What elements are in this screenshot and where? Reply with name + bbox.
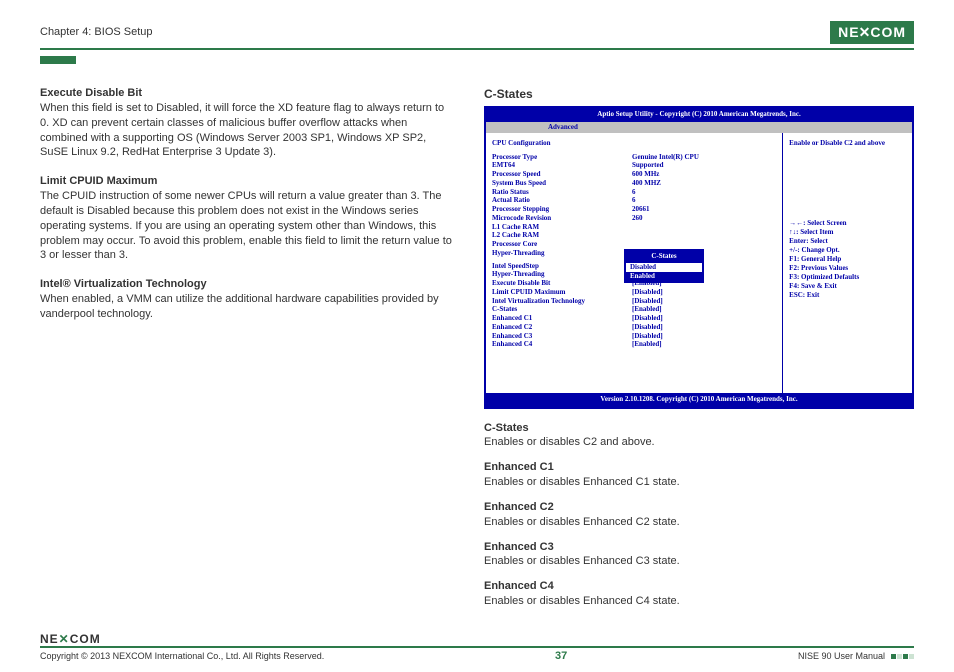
setting-k: C-States — [492, 305, 632, 314]
row-v: 6 — [632, 188, 636, 197]
help-line: Enter: Select — [789, 237, 906, 246]
setting-k: Enhanced C2 — [492, 323, 632, 332]
green-tab — [40, 56, 76, 64]
desc-h-cstates: C-States — [484, 421, 914, 436]
para-execute-disable-bit: When this field is set to Disabled, it w… — [40, 101, 454, 160]
bios-footer: Version 2.10.1208. Copyright (C) 2010 Am… — [486, 393, 912, 406]
setting-v: [Enabled] — [632, 305, 662, 314]
setting-k: Intel Virtualization Technology — [492, 297, 632, 306]
setting-k: Intel SpeedStep — [492, 262, 632, 271]
help-line: F4: Save & Exit — [789, 282, 906, 291]
desc-h-ec1: Enhanced C1 — [484, 460, 914, 475]
setting-v: [Disabled] — [632, 332, 663, 341]
row-k: L1 Cache RAM — [492, 223, 632, 232]
setting-k: Hyper-Threading — [492, 270, 632, 279]
row-k: Ratio Status — [492, 188, 632, 197]
row-v: 20661 — [632, 205, 650, 214]
setting-v: [Disabled] — [632, 323, 663, 332]
desc-p-ec4: Enables or disables Enhanced C4 state. — [484, 594, 914, 609]
help-line: +/-: Change Opt. — [789, 246, 906, 255]
bios-menubar: Main Advanced — [486, 122, 912, 133]
header-rule — [40, 48, 914, 50]
popup-title: C-States — [626, 251, 702, 262]
section-title-cstates: C-States — [484, 86, 914, 102]
bios-body-right: Enable or Disable C2 and above →←: Selec… — [783, 133, 912, 393]
footer-squares-icon — [891, 654, 914, 659]
row-v: 260 — [632, 214, 643, 223]
help-line: F3: Optimized Defaults — [789, 273, 906, 282]
desc-h-ec4: Enhanced C4 — [484, 579, 914, 594]
setting-v: [Disabled] — [632, 314, 663, 323]
para-limit-cpuid: The CPUID instruction of some newer CPUs… — [40, 189, 454, 263]
popup-option-disabled: Disabled — [626, 263, 702, 272]
desc-p-cstates: Enables or disables C2 and above. — [484, 435, 914, 450]
chapter-title: Chapter 4: BIOS Setup — [40, 26, 153, 38]
right-column: C-States Aptio Setup Utility - Copyright… — [484, 86, 914, 609]
setting-v: [Disabled] — [632, 288, 663, 297]
row-v: 6 — [632, 196, 636, 205]
manual-name: NISE 90 User Manual — [798, 651, 885, 661]
cstates-popup: C-States Disabled Enabled — [624, 249, 704, 283]
help-line: F1: General Help — [789, 255, 906, 264]
heading-execute-disable-bit: Execute Disable Bit — [40, 86, 454, 101]
cpu-configuration-label: CPU Configuration — [492, 139, 776, 148]
help-line: F2: Previous Values — [789, 264, 906, 273]
desc-p-ec3: Enables or disables Enhanced C3 state. — [484, 554, 914, 569]
desc-h-ec2: Enhanced C2 — [484, 500, 914, 515]
row-v: Genuine Intel(R) CPU — [632, 153, 699, 162]
row-v: Supported — [632, 161, 664, 170]
help-line: ESC: Exit — [789, 291, 906, 300]
setting-k: Enhanced C4 — [492, 340, 632, 349]
row-v: 400 MHZ — [632, 179, 661, 188]
desc-h-ec3: Enhanced C3 — [484, 540, 914, 555]
desc-p-ec1: Enables or disables Enhanced C1 state. — [484, 475, 914, 490]
bios-help-title: Enable or Disable C2 and above — [789, 139, 906, 148]
setting-k: Execute Disable Bit — [492, 279, 632, 288]
left-column: Execute Disable Bit When this field is s… — [40, 86, 454, 609]
setting-k: Enhanced C1 — [492, 314, 632, 323]
setting-k: Limit CPUID Maximum — [492, 288, 632, 297]
para-intel-vt: When enabled, a VMM can utilize the addi… — [40, 292, 454, 322]
row-k: EMT64 — [492, 161, 632, 170]
popup-option-enabled: Enabled — [626, 272, 702, 281]
bios-screenshot: Aptio Setup Utility - Copyright (C) 2010… — [484, 106, 914, 408]
page-footer: NE✕COM Copyright © 2013 NEXCOM Internati… — [40, 632, 914, 662]
desc-p-ec2: Enables or disables Enhanced C2 state. — [484, 515, 914, 530]
row-k: L2 Cache RAM — [492, 231, 632, 240]
copyright-text: Copyright © 2013 NEXCOM International Co… — [40, 651, 324, 661]
row-k: Hyper-Threading — [492, 249, 632, 258]
row-k: Microcode Revision — [492, 214, 632, 223]
setting-v: [Disabled] — [632, 297, 663, 306]
setting-v: [Enabled] — [632, 340, 662, 349]
bios-body-left: CPU Configuration Processor TypeGenuine … — [486, 133, 783, 393]
heading-limit-cpuid: Limit CPUID Maximum — [40, 174, 454, 189]
heading-intel-vt: Intel® Virtualization Technology — [40, 277, 454, 292]
help-line: ↑↓: Select Item — [789, 228, 906, 237]
row-k: Processor Type — [492, 153, 632, 162]
row-k: Actual Ratio — [492, 196, 632, 205]
bios-titlebar: Aptio Setup Utility - Copyright (C) 2010… — [486, 108, 912, 121]
row-v: 600 MHz — [632, 170, 659, 179]
row-k: System Bus Speed — [492, 179, 632, 188]
row-k: Processor Core — [492, 240, 632, 249]
setting-k: Enhanced C3 — [492, 332, 632, 341]
page-number: 37 — [555, 650, 567, 662]
row-k: Processor Speed — [492, 170, 632, 179]
brand-logo: NE✕COM — [830, 21, 914, 44]
row-k: Processor Stepping — [492, 205, 632, 214]
footer-logo: NE✕COM — [40, 632, 914, 646]
help-line: →←: Select Screen — [789, 219, 906, 228]
bios-tab-advanced: Advanced — [548, 123, 578, 132]
